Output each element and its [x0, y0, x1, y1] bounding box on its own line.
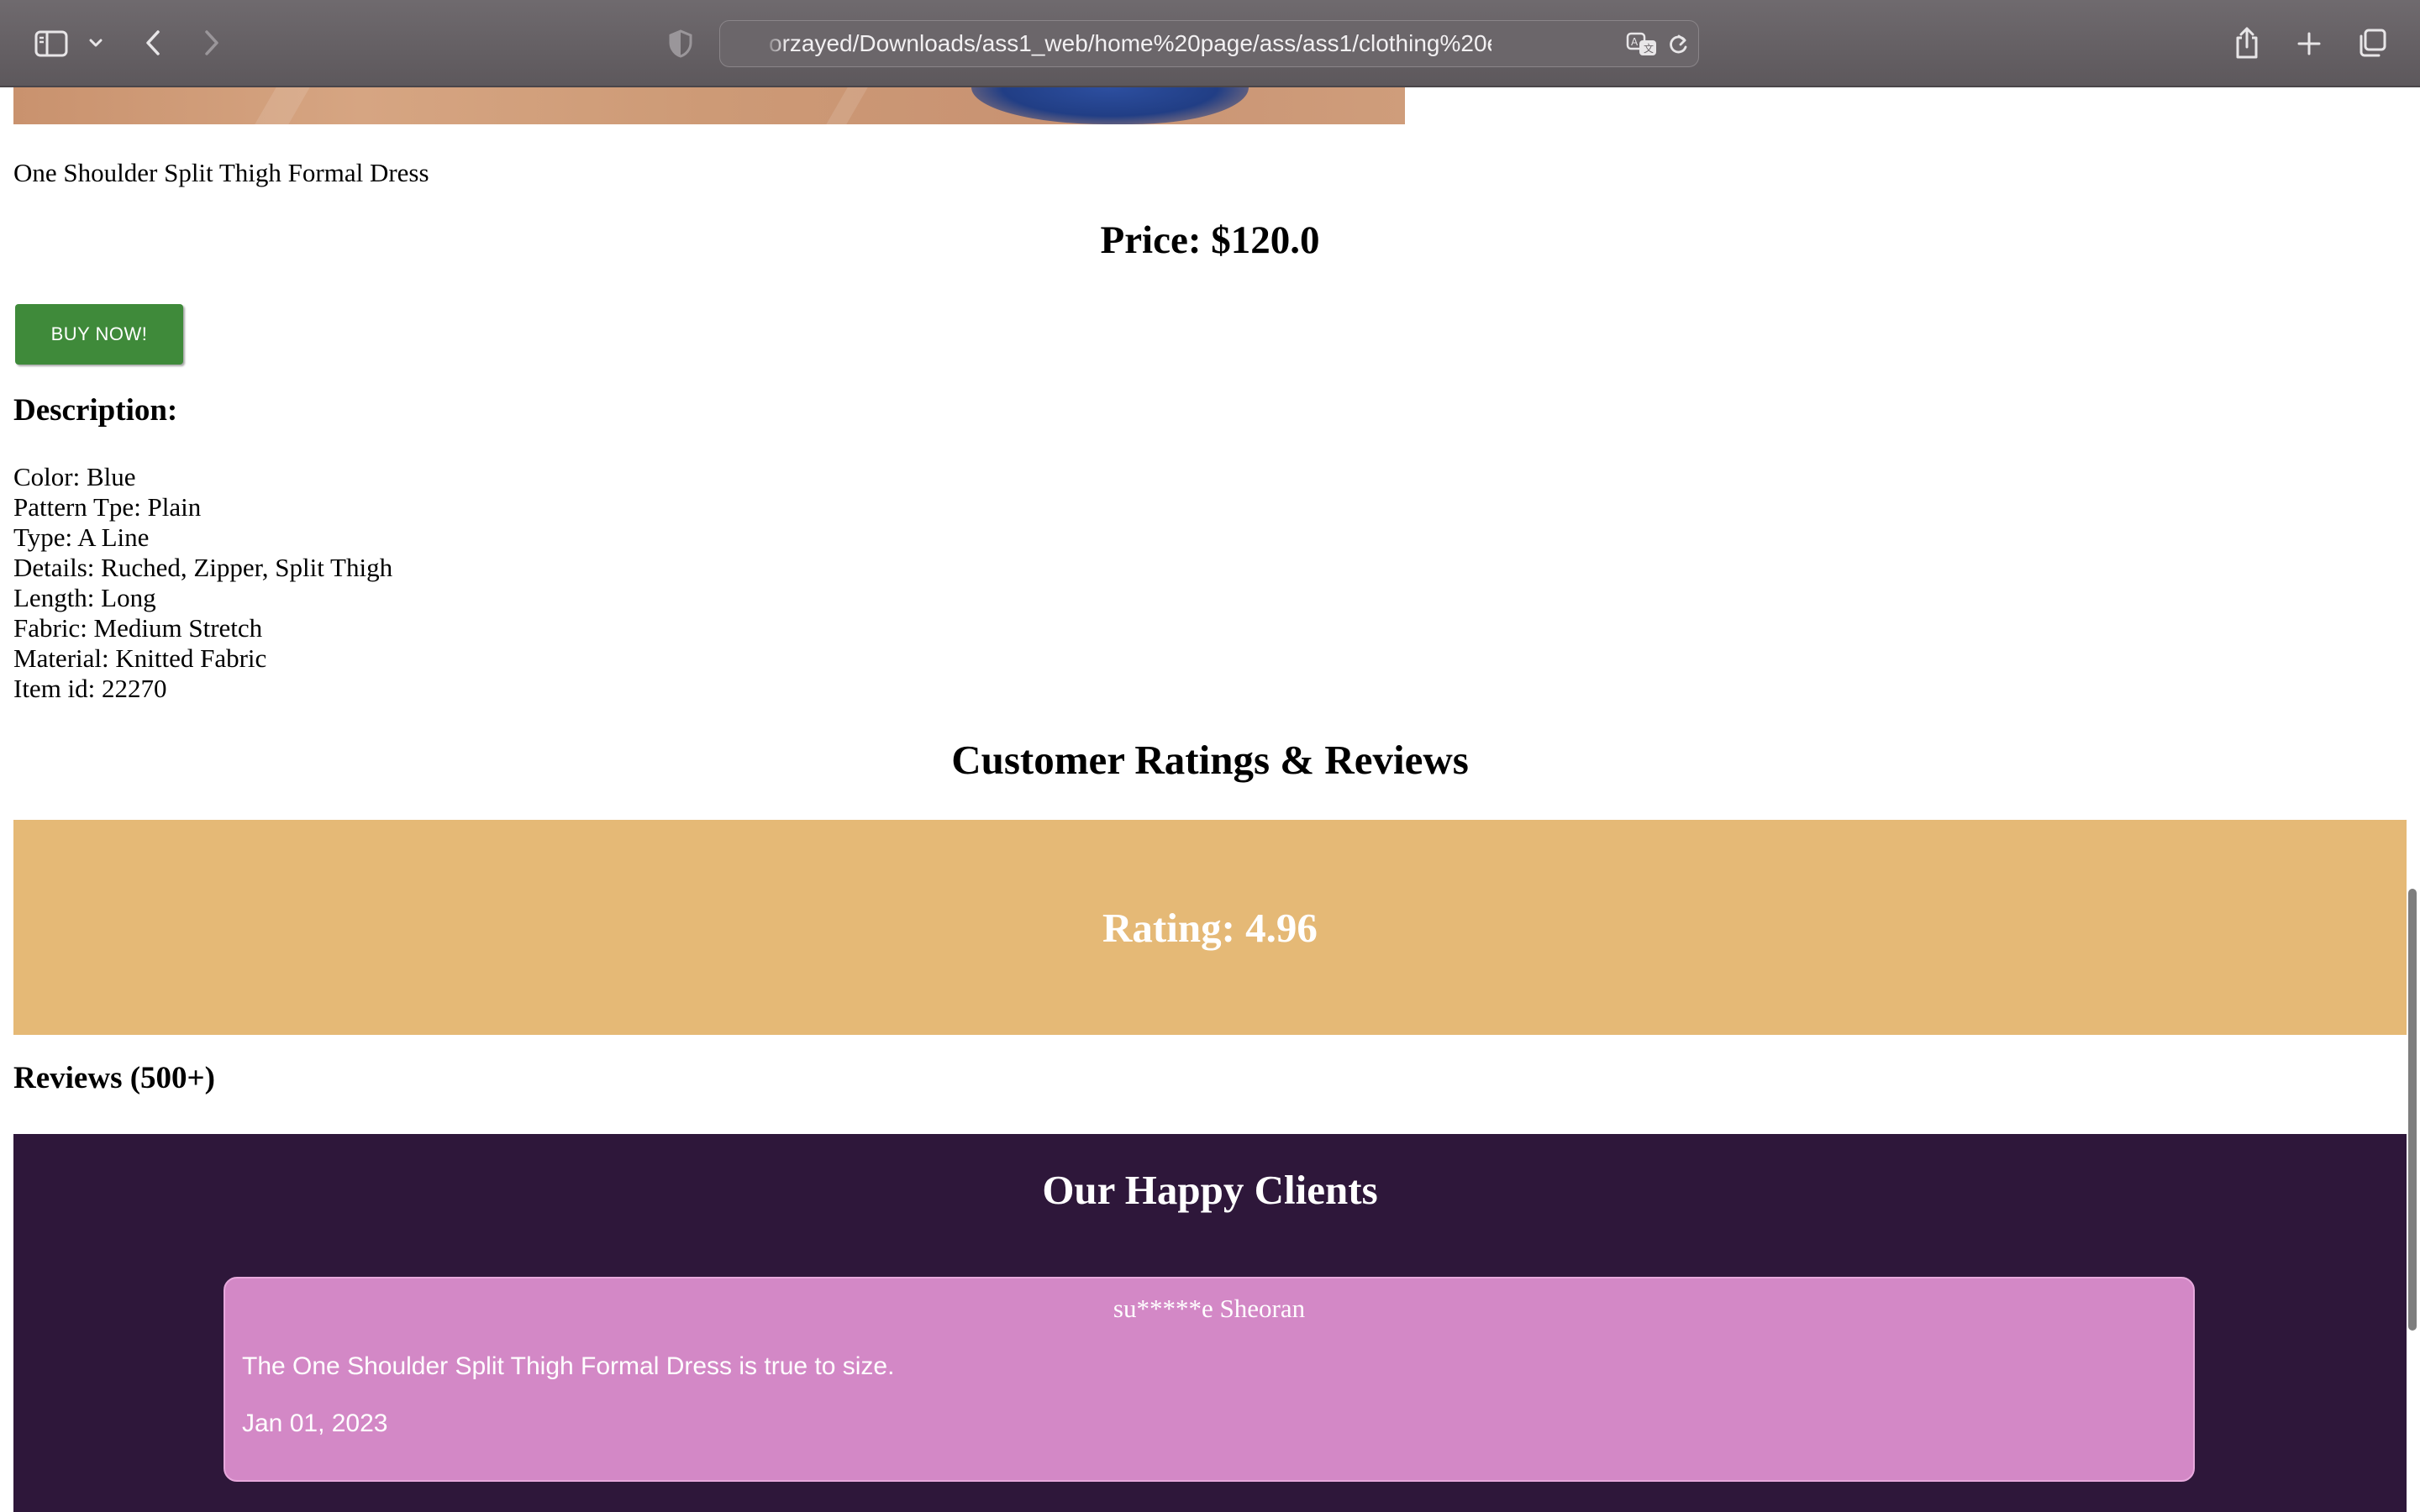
description-item-type: Type: A Line [13, 522, 150, 552]
browser-toolbar: orzayed/Downloads/ass1_web/home%20page/a… [0, 0, 2420, 87]
tabs-icon[interactable] [2354, 25, 2390, 60]
chevron-down-icon[interactable] [86, 32, 106, 54]
scrollbar-thumb[interactable] [2408, 889, 2417, 1331]
plus-icon[interactable] [2292, 27, 2326, 60]
translate-icon[interactable]: A文 [1624, 29, 1661, 60]
product-price: Price: $120.0 [1100, 218, 1320, 262]
description-item-id: Item id: 22270 [13, 674, 167, 703]
chevron-right-icon[interactable] [197, 25, 227, 60]
description-heading: Description: [13, 393, 178, 428]
svg-text:A: A [1631, 36, 1639, 48]
description-item-fabric: Fabric: Medium Stretch [13, 613, 263, 643]
description-item-pattern: Pattern Tpe: Plain [13, 492, 202, 522]
reload-icon[interactable] [1665, 31, 1691, 58]
description-item-color: Color: Blue [13, 462, 136, 491]
description-list: Color: Blue Pattern Tpe: Plain Type: A L… [13, 462, 392, 704]
review-card: su*****e Sheoran The One Shoulder Split … [224, 1277, 2195, 1482]
product-name: One Shoulder Split Thigh Formal Dress [13, 158, 429, 187]
chevron-left-icon[interactable] [138, 25, 168, 60]
url-text[interactable]: orzayed/Downloads/ass1_web/home%20page/a… [769, 21, 1491, 68]
rating-value: Rating: 4.96 [1102, 904, 1318, 951]
happy-clients-title: Our Happy Clients [1042, 1167, 1378, 1213]
happy-clients-section: Our Happy Clients su*****e Sheoran The O… [13, 1134, 2407, 1512]
shield-icon[interactable] [666, 27, 696, 60]
buy-now-button[interactable]: BUY NOW! [15, 304, 183, 365]
url-fade [762, 28, 787, 61]
page-content: One Shoulder Split Thigh Formal Dress Pr… [0, 87, 2420, 1512]
review-date: Jan 01, 2023 [242, 1410, 388, 1437]
page-scrollbar[interactable] [2403, 87, 2420, 1512]
rating-banner: Rating: 4.96 [13, 820, 2407, 1035]
reviews-count: Reviews (500+) [13, 1061, 215, 1095]
review-text: The One Shoulder Split Thigh Formal Dres… [242, 1352, 895, 1380]
share-icon[interactable] [2230, 24, 2264, 62]
svg-text:文: 文 [1644, 42, 1654, 55]
product-image-dress [971, 87, 1249, 124]
address-bar[interactable]: orzayed/Downloads/ass1_web/home%20page/a… [719, 20, 1699, 67]
description-item-material: Material: Knitted Fabric [13, 643, 267, 673]
reviewer-name: su*****e Sheoran [1113, 1294, 1306, 1323]
description-item-details: Details: Ruched, Zipper, Split Thigh [13, 553, 393, 582]
image-highlight [826, 87, 868, 124]
ratings-reviews-title: Customer Ratings & Reviews [951, 737, 1469, 783]
product-image [13, 87, 1405, 124]
sidebar-icon[interactable] [34, 27, 69, 60]
image-highlight [255, 87, 310, 124]
description-item-length: Length: Long [13, 583, 156, 612]
